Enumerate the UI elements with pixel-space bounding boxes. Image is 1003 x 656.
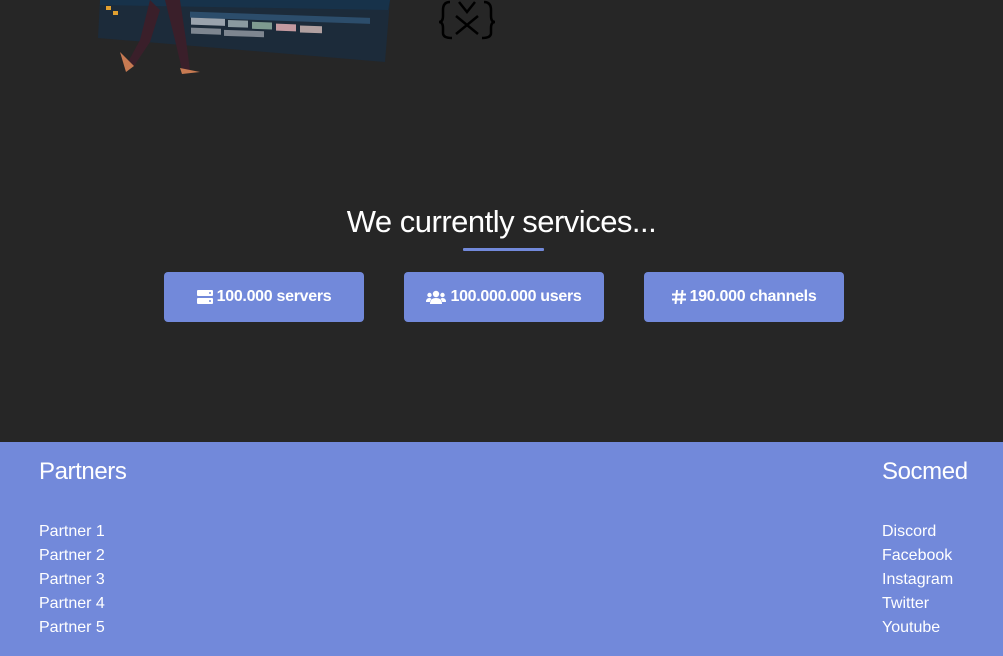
partners-title: Partners <box>39 458 127 485</box>
youtube-link[interactable]: Youtube <box>882 619 940 636</box>
partner-link[interactable]: Partner 3 <box>39 571 105 588</box>
channels-stat-button[interactable]: 190.000 channels <box>644 272 844 322</box>
variable-braces-icon <box>438 0 496 40</box>
socmed-item-twitter[interactable]: Twitter <box>882 592 953 616</box>
servers-stat-button[interactable]: 100.000 servers <box>164 272 364 322</box>
partner-item[interactable]: Partner 4 <box>39 592 105 616</box>
services-heading: We currently services... <box>346 204 657 239</box>
socmed-title: Socmed <box>882 458 968 485</box>
instagram-link[interactable]: Instagram <box>882 571 953 588</box>
users-stat-label: 100.000.000 users <box>450 288 582 305</box>
socmed-item-instagram[interactable]: Instagram <box>882 568 953 592</box>
hero-illustration <box>98 0 496 74</box>
partner-link[interactable]: Partner 1 <box>39 523 105 540</box>
site-footer: Partners Partner 1 Partner 2 Partner 3 P… <box>0 442 1003 656</box>
users-stat-button[interactable]: 100.000.000 users <box>404 272 604 322</box>
socmed-item-facebook[interactable]: Facebook <box>882 544 953 568</box>
partner-link[interactable]: Partner 2 <box>39 547 105 564</box>
partners-list: Partner 1 Partner 2 Partner 3 Partner 4 … <box>39 520 105 640</box>
socmed-item-discord[interactable]: Discord <box>882 520 953 544</box>
socmed-list: Discord Facebook Instagram Twitter Youtu… <box>882 520 953 640</box>
partner-item[interactable]: Partner 2 <box>39 544 105 568</box>
twitter-link[interactable]: Twitter <box>882 595 929 612</box>
partner-link[interactable]: Partner 5 <box>39 619 105 636</box>
hashtag-icon <box>671 290 686 304</box>
server-icon <box>196 290 213 304</box>
channels-stat-label: 190.000 channels <box>689 288 817 305</box>
heading-underline <box>463 248 544 251</box>
partners-column: Partners Partner 1 Partner 2 Partner 3 P… <box>39 458 127 636</box>
socmed-item-youtube[interactable]: Youtube <box>882 616 953 640</box>
partner-item[interactable]: Partner 1 <box>39 520 105 544</box>
servers-stat-label: 100.000 servers <box>216 288 332 305</box>
socmed-column: Socmed Discord Facebook Instagram Twitte… <box>882 458 968 636</box>
users-icon <box>426 290 447 304</box>
discord-link[interactable]: Discord <box>882 523 936 540</box>
partner-item[interactable]: Partner 5 <box>39 616 105 640</box>
facebook-link[interactable]: Facebook <box>882 547 952 564</box>
partner-link[interactable]: Partner 4 <box>39 595 105 612</box>
partner-item[interactable]: Partner 3 <box>39 568 105 592</box>
